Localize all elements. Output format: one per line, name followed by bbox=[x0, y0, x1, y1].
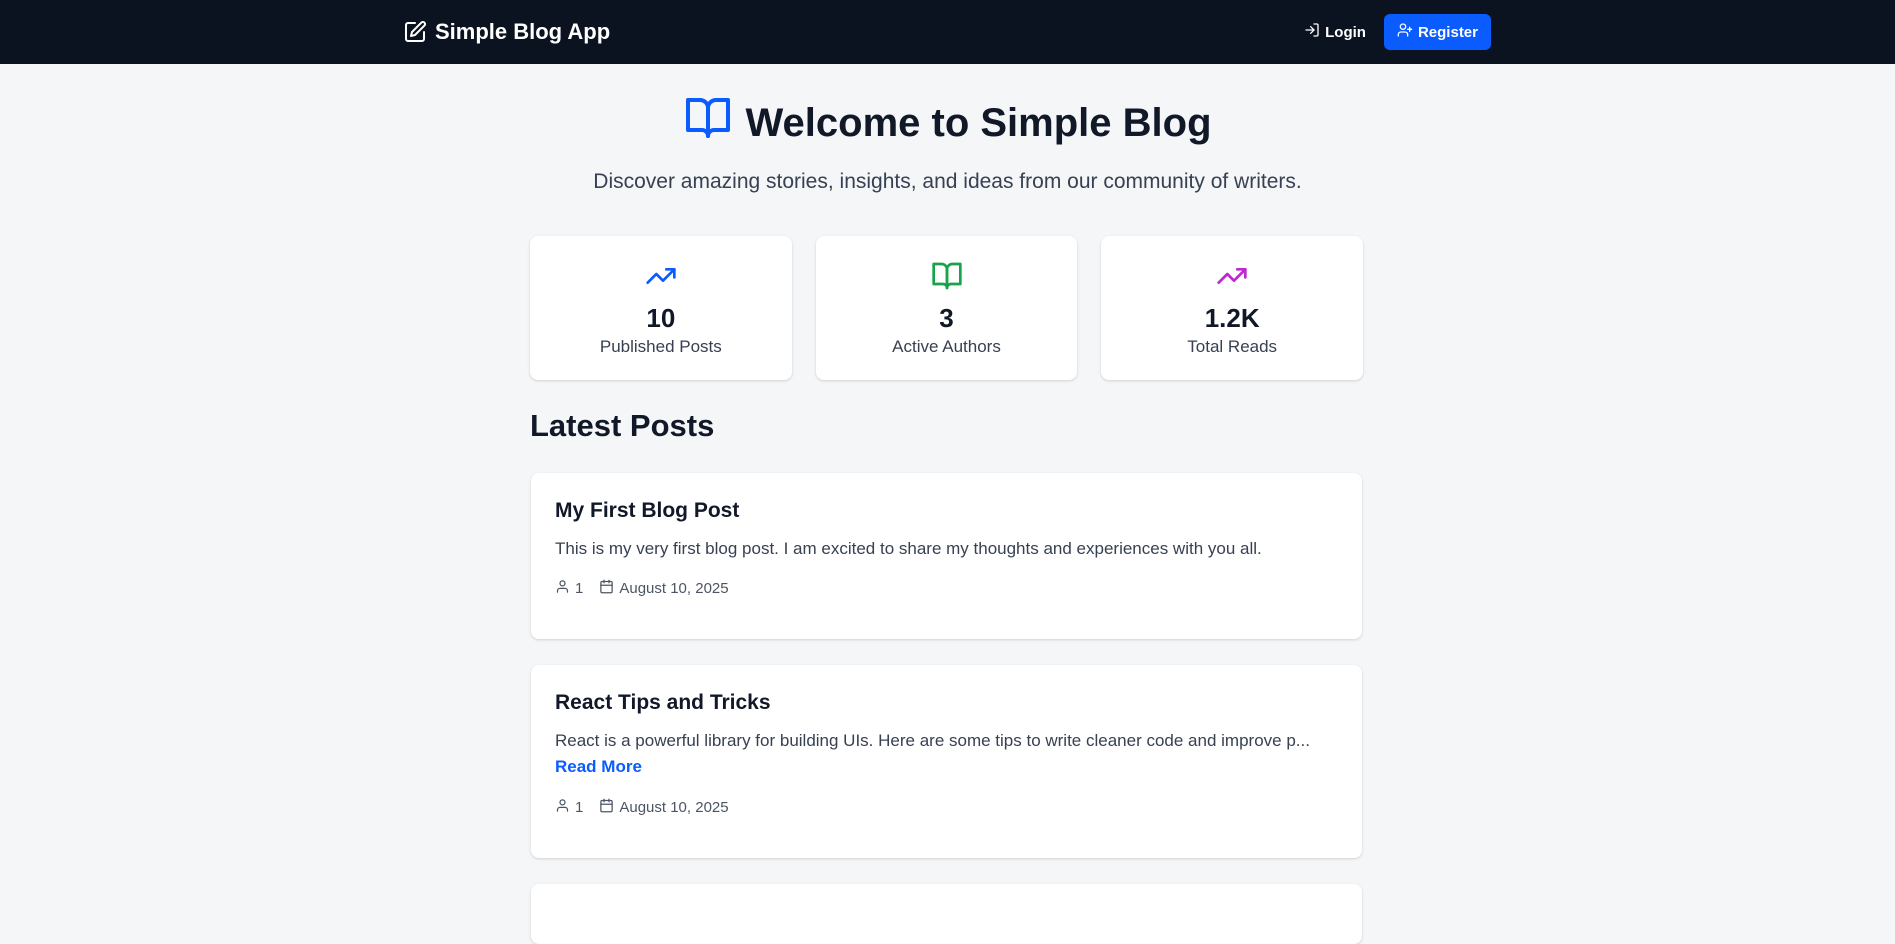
post-author: 1 bbox=[555, 798, 583, 817]
post-date: August 10, 2025 bbox=[599, 798, 729, 817]
book-open-icon bbox=[931, 260, 963, 301]
hero-section: Welcome to Simple Blog Discover amazing … bbox=[0, 94, 1895, 194]
post-excerpt-text: React is a powerful library for building… bbox=[555, 731, 1310, 750]
user-icon bbox=[555, 798, 570, 817]
register-button[interactable]: Register bbox=[1383, 14, 1491, 50]
login-button[interactable]: Login bbox=[1296, 14, 1374, 50]
book-open-icon bbox=[684, 94, 732, 152]
post-meta: 1 August 10, 2025 bbox=[555, 798, 729, 817]
latest-posts-heading: Latest Posts bbox=[530, 408, 715, 443]
calendar-icon bbox=[599, 579, 614, 598]
nav-actions: Login Register bbox=[1296, 14, 1491, 50]
user-plus-icon bbox=[1397, 22, 1413, 42]
post-title[interactable]: React Tips and Tricks bbox=[555, 691, 771, 715]
post-excerpt: This is my very first blog post. I am ex… bbox=[555, 536, 1338, 562]
post-card[interactable] bbox=[531, 884, 1362, 944]
stat-card-reads: 1.2K Total Reads bbox=[1101, 236, 1364, 380]
post-date: August 10, 2025 bbox=[599, 579, 729, 598]
post-card[interactable]: My First Blog Post This is my very first… bbox=[531, 473, 1362, 639]
log-in-icon bbox=[1304, 22, 1320, 42]
page-subtitle: Discover amazing stories, insights, and … bbox=[593, 170, 1302, 193]
navbar-inner: Simple Blog App Login Register bbox=[403, 0, 1491, 64]
stats-row: 10 Published Posts 3 Active Authors 1.2K… bbox=[530, 236, 1364, 380]
post-author-value: 1 bbox=[575, 799, 584, 816]
post-excerpt-text: This is my very first blog post. I am ex… bbox=[555, 539, 1262, 558]
post-author: 1 bbox=[555, 579, 583, 598]
stat-card-posts: 10 Published Posts bbox=[530, 236, 792, 380]
post-date-value: August 10, 2025 bbox=[619, 580, 729, 597]
trending-up-icon bbox=[645, 260, 677, 301]
calendar-icon bbox=[599, 798, 614, 817]
post-title[interactable]: My First Blog Post bbox=[555, 499, 739, 523]
user-icon bbox=[555, 579, 570, 598]
stat-value: 1.2K bbox=[1204, 302, 1260, 333]
post-excerpt: React is a powerful library for building… bbox=[555, 728, 1338, 780]
read-more-link[interactable]: Read More bbox=[555, 757, 642, 776]
stat-value: 3 bbox=[939, 302, 954, 333]
brand-name: Simple Blog App bbox=[435, 19, 611, 44]
login-label: Login bbox=[1325, 23, 1366, 41]
trending-up-icon bbox=[1216, 260, 1248, 301]
stat-value: 10 bbox=[646, 302, 676, 333]
post-card[interactable]: React Tips and Tricks React is a powerfu… bbox=[531, 665, 1362, 858]
stat-card-authors: 3 Active Authors bbox=[815, 236, 1078, 380]
page-title-text: Welcome to Simple Blog bbox=[745, 100, 1212, 145]
top-navbar: Simple Blog App Login Register bbox=[0, 0, 1895, 64]
stat-label: Published Posts bbox=[599, 336, 722, 356]
edit-square-icon bbox=[403, 20, 427, 44]
post-date-value: August 10, 2025 bbox=[619, 799, 729, 816]
post-meta: 1 August 10, 2025 bbox=[555, 579, 729, 598]
post-author-value: 1 bbox=[575, 580, 584, 597]
stat-label: Total Reads bbox=[1187, 336, 1278, 356]
register-label: Register bbox=[1417, 23, 1478, 41]
brand-link[interactable]: Simple Blog App bbox=[403, 19, 610, 45]
page-title: Welcome to Simple Blog bbox=[684, 94, 1212, 152]
stat-label: Active Authors bbox=[892, 336, 1001, 356]
